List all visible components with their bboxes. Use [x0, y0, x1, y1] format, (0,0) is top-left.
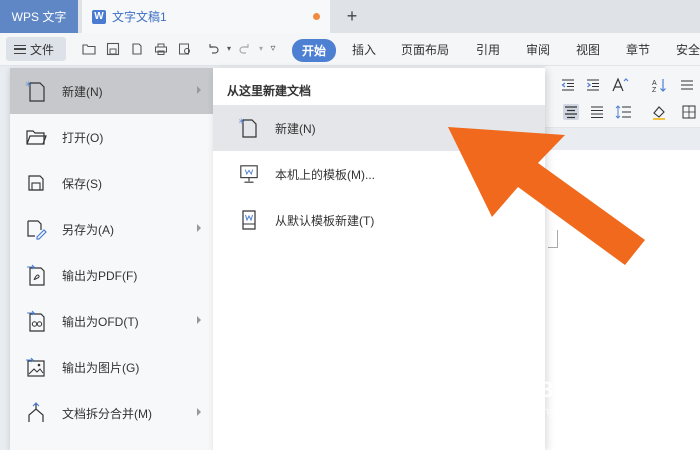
word-doc-icon: W: [92, 9, 106, 24]
submenu-header: 从这里新建文档: [227, 84, 312, 98]
menu-item-new[interactable]: ✳ 新建(N): [10, 68, 213, 114]
menu-item-export-image-label: 输出为图片(G): [62, 360, 140, 375]
tab-insert[interactable]: 插入: [352, 41, 376, 58]
save-icon[interactable]: [106, 42, 120, 56]
tab-start[interactable]: 开始: [292, 39, 337, 62]
menu-item-split-merge-label: 文档拆分合并(M): [62, 406, 152, 421]
tab-references[interactable]: 引用: [476, 41, 500, 58]
file-menu-label: 文件: [30, 42, 55, 57]
submenu-arrow-icon: [197, 86, 201, 94]
print-preview-icon[interactable]: [178, 42, 192, 56]
submenu-item-new-label: 新建(N): [275, 121, 316, 136]
menu-item-open[interactable]: 打开(O): [10, 114, 213, 160]
toolbar: 文件 ▾ ▾ ▿ 开始 插入 页面布局 引用 审阅 视图 章节 安全: [0, 33, 700, 66]
svg-text:Z: Z: [652, 87, 657, 93]
hamburger-icon: [14, 44, 26, 54]
svg-text:✳: ✳: [25, 80, 32, 89]
submenu-item-local-template-label: 本机上的模板(M)...: [275, 167, 375, 182]
menu-item-export-pdf[interactable]: 输出为PDF(F): [10, 252, 213, 298]
tab-sections[interactable]: 章节: [626, 41, 650, 58]
menu-item-export-image[interactable]: 输出为图片(G): [10, 344, 213, 390]
baidu-watermark: Baidu 经验 jingyan.baidu.com: [538, 372, 688, 442]
increase-indent-icon[interactable]: [585, 77, 601, 93]
orange-pointer-arrow: [448, 127, 645, 265]
app-tab[interactable]: WPS 文字: [0, 0, 78, 33]
split-merge-icon: [24, 401, 48, 425]
menu-item-export-ofd-label: 输出为OFD(T): [62, 314, 139, 329]
app-tab-label: WPS 文字: [11, 10, 67, 24]
file-menu-button[interactable]: 文件: [6, 37, 66, 61]
show-formatting-icon[interactable]: [679, 77, 695, 93]
menu-item-export-ofd[interactable]: 输出为OFD(T): [10, 298, 213, 344]
watermark-logo: Baidu 经验: [538, 377, 658, 402]
menu-item-new-label: 新建(N): [62, 84, 103, 99]
menu-item-save-label: 保存(S): [62, 176, 102, 191]
default-template-icon: [239, 209, 259, 231]
sort-icon[interactable]: AZ: [651, 77, 667, 94]
menu-item-open-label: 打开(O): [62, 130, 104, 145]
export-pdf-icon: [24, 263, 48, 287]
undo-icon[interactable]: [206, 42, 220, 56]
open-folder-icon[interactable]: [82, 42, 96, 56]
print-icon[interactable]: [154, 42, 168, 56]
submenu-arrow-icon: [197, 316, 201, 324]
text-effects-icon[interactable]: [611, 77, 629, 93]
export-ofd-icon: [24, 309, 48, 333]
tab-page-layout[interactable]: 页面布局: [401, 41, 449, 58]
file-dropdown-menu: ✳ 新建(N) 打开(O) 保存(S) 另存为(A) 输出为PDF(F) 输出为…: [10, 68, 213, 450]
svg-text:✳: ✳: [239, 117, 245, 126]
decrease-indent-icon[interactable]: [560, 77, 576, 93]
document-tab-title: 文字文稿1: [112, 10, 167, 24]
folder-open-icon: [24, 125, 48, 149]
menu-item-export-pdf-label: 输出为PDF(F): [62, 268, 138, 283]
print-setup-icon[interactable]: [130, 42, 144, 56]
tab-view[interactable]: 视图: [576, 41, 600, 58]
document-tab[interactable]: W 文字文稿1: [82, 0, 330, 33]
customize-toolbar-icon[interactable]: ▿: [266, 42, 280, 56]
new-tab-button[interactable]: +: [341, 5, 363, 27]
redo-icon[interactable]: [238, 42, 252, 56]
tab-review[interactable]: 审阅: [526, 41, 550, 58]
title-bar: WPS 文字 W 文字文稿1 +: [0, 0, 700, 33]
menu-item-split-merge[interactable]: 文档拆分合并(M): [10, 390, 213, 436]
menu-item-save-as[interactable]: 另存为(A): [10, 206, 213, 252]
svg-text:A: A: [652, 80, 657, 87]
save-icon: [24, 171, 48, 195]
menu-item-save[interactable]: 保存(S): [10, 160, 213, 206]
borders-icon[interactable]: [681, 104, 697, 120]
submenu-arrow-icon: [197, 408, 201, 416]
tab-security[interactable]: 安全: [676, 41, 700, 58]
new-doc-icon: ✳: [24, 79, 48, 103]
local-template-icon: [239, 163, 259, 185]
export-image-icon: [24, 355, 48, 379]
submenu-item-default-template-label: 从默认模板新建(T): [275, 213, 375, 228]
save-as-icon: [24, 217, 48, 241]
new-doc-icon: ✳: [239, 117, 259, 139]
watermark-url: jingyan.baidu.com: [538, 406, 627, 418]
unsaved-dot-icon: [313, 13, 320, 20]
menu-item-save-as-label: 另存为(A): [62, 222, 114, 237]
undo-dropdown-icon[interactable]: ▾: [222, 42, 236, 56]
submenu-arrow-icon: [197, 224, 201, 232]
